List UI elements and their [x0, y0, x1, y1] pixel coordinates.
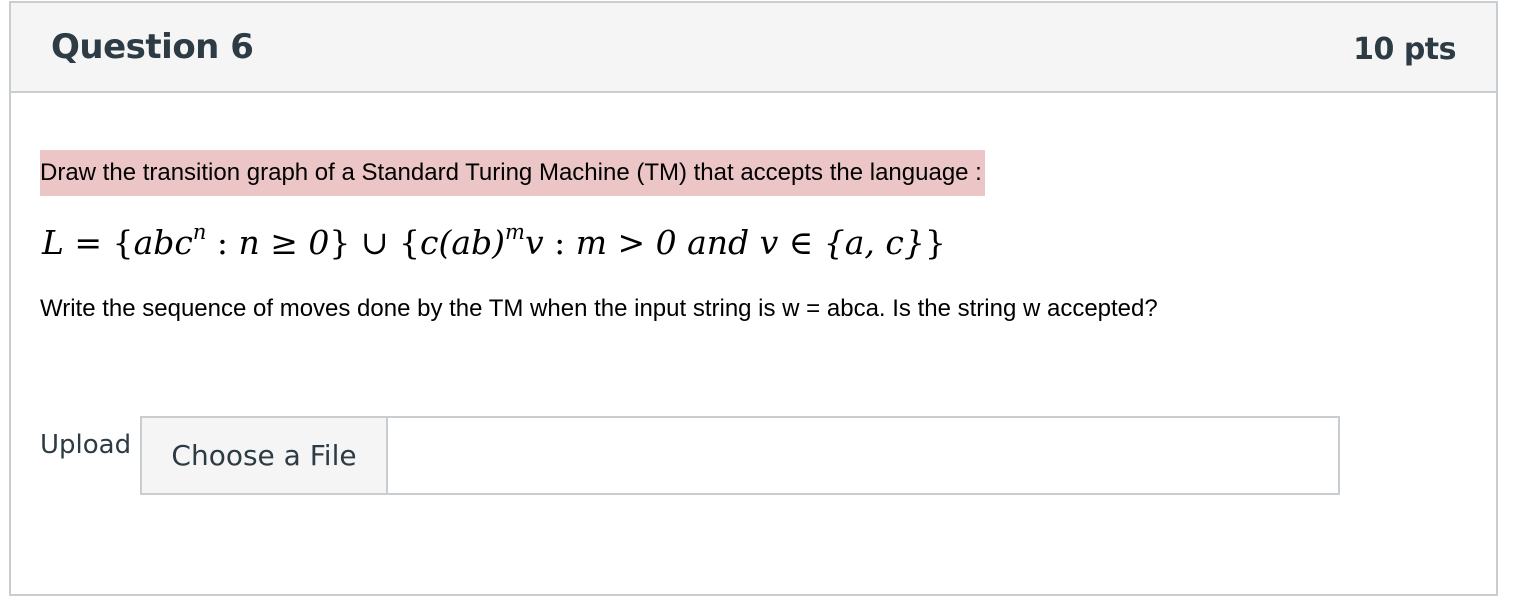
- question-text-highlighted: Draw the transition graph of a Standard …: [40, 150, 985, 196]
- choose-file-button[interactable]: Choose a File: [142, 418, 388, 493]
- question-prompt: Write the sequence of moves done by the …: [40, 295, 1158, 322]
- formula-close: }: [924, 223, 946, 262]
- formula-set2-exp: m: [505, 220, 525, 244]
- formula-set2-b: v: [524, 223, 544, 262]
- formula-set1-sep: :: [206, 223, 239, 262]
- formula-union: } ∪ {: [329, 223, 420, 262]
- formula-set1-cond: n ≥ 0: [238, 223, 330, 262]
- formula-set1-var: abc: [133, 223, 193, 262]
- formula-lhs: L: [42, 223, 64, 262]
- formula-set2-cond: m > 0 and v ∈ {a, c}: [575, 223, 925, 262]
- question-title: Question 6: [51, 27, 254, 67]
- formula-set2-a: c(ab): [420, 223, 506, 262]
- question-header: Question 6 10 pts: [11, 3, 1496, 93]
- formula-eq: = {: [63, 223, 134, 262]
- upload-label: Upload: [40, 430, 132, 460]
- language-formula: L = {abcn : n ≥ 0} ∪ {c(ab)mv : m > 0 an…: [42, 220, 946, 262]
- question-points: 10 pts: [1353, 32, 1456, 67]
- formula-set2-sep: :: [543, 223, 576, 262]
- file-upload-field[interactable]: Choose a File: [140, 416, 1340, 495]
- formula-set1-exp: n: [192, 220, 207, 244]
